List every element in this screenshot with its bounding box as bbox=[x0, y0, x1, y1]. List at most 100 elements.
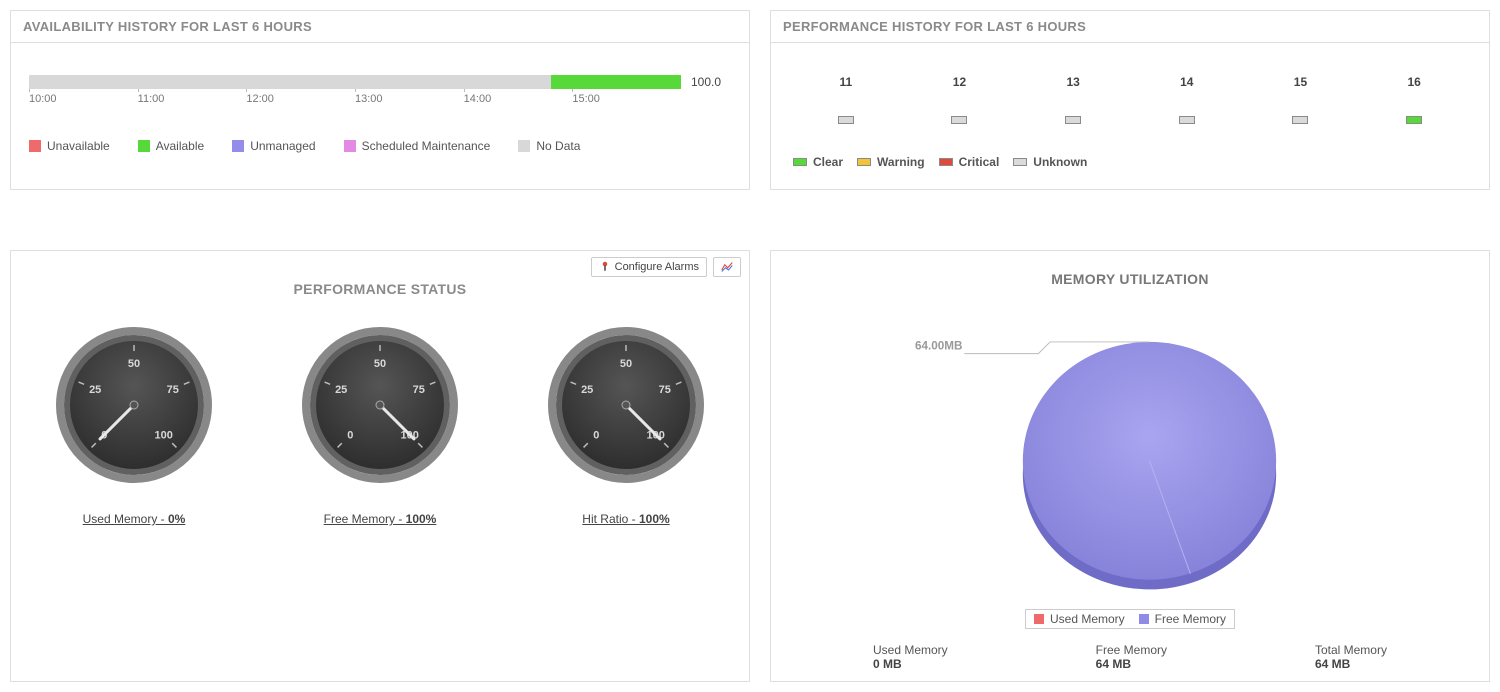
svg-text:25: 25 bbox=[335, 384, 347, 396]
availability-value: 100.0 bbox=[691, 75, 731, 89]
perf-hour-cell[interactable] bbox=[1357, 99, 1471, 147]
legend-swatch bbox=[857, 158, 871, 166]
availability-segment-available bbox=[551, 75, 681, 89]
legend-label: Used Memory bbox=[1050, 612, 1125, 626]
status-box-unknown bbox=[1065, 116, 1081, 124]
memory-stat-label: Free Memory bbox=[1096, 643, 1167, 657]
chart-toggle-button[interactable] bbox=[713, 257, 741, 277]
performance-status-panel: Configure Alarms PERFORMANCE STATUS 0255… bbox=[10, 250, 750, 682]
memory-stat-value: 0 MB bbox=[873, 657, 948, 671]
memory-utilization-panel: MEMORY UTILIZATION bbox=[770, 250, 1490, 682]
legend-swatch bbox=[793, 158, 807, 166]
chart-icon bbox=[721, 261, 733, 273]
memory-stat-value: 64 MB bbox=[1096, 657, 1167, 671]
perf-hour-header: 11 bbox=[789, 65, 903, 99]
gauge-label[interactable]: Used Memory - 0% bbox=[24, 512, 244, 526]
svg-text:50: 50 bbox=[620, 358, 632, 370]
configure-alarms-label: Configure Alarms bbox=[615, 261, 699, 273]
gauge-face: 0255075100 bbox=[54, 325, 214, 485]
legend-swatch bbox=[138, 140, 150, 152]
legend-item: Unmanaged bbox=[232, 139, 315, 153]
svg-text:50: 50 bbox=[374, 358, 386, 370]
svg-text:50: 50 bbox=[128, 358, 140, 370]
performance-history-legend: ClearWarningCriticalUnknown bbox=[789, 147, 1471, 177]
availability-bar bbox=[29, 75, 681, 89]
svg-text:25: 25 bbox=[581, 384, 593, 396]
gauge-hit-ratio: 0255075100Hit Ratio - 100% bbox=[516, 325, 736, 526]
legend-label: Scheduled Maintenance bbox=[362, 139, 491, 153]
memory-stat: Total Memory64 MB bbox=[1315, 643, 1387, 671]
legend-item: Unknown bbox=[1013, 155, 1087, 169]
memory-utilization-title: MEMORY UTILIZATION bbox=[789, 271, 1471, 287]
perf-hour-cell[interactable] bbox=[1130, 99, 1244, 147]
perf-hour-header: 13 bbox=[1016, 65, 1130, 99]
legend-item: No Data bbox=[518, 139, 580, 153]
availability-segment-nodata bbox=[29, 75, 551, 89]
performance-history-title: PERFORMANCE HISTORY FOR LAST 6 HOURS bbox=[771, 11, 1489, 43]
perf-hour-cell[interactable] bbox=[903, 99, 1017, 147]
status-box-unknown bbox=[1179, 116, 1195, 124]
legend-item: Used Memory bbox=[1034, 612, 1125, 626]
legend-label: Free Memory bbox=[1155, 612, 1226, 626]
availability-tick: 11:00 bbox=[138, 93, 198, 105]
svg-text:25: 25 bbox=[89, 384, 101, 396]
memory-stat: Used Memory0 MB bbox=[873, 643, 948, 671]
perf-hour-cell[interactable] bbox=[1016, 99, 1130, 147]
svg-text:0: 0 bbox=[347, 430, 353, 442]
status-box-unknown bbox=[1292, 116, 1308, 124]
perf-hour-cell[interactable] bbox=[789, 99, 903, 147]
legend-swatch bbox=[232, 140, 244, 152]
availability-history-title: AVAILABILITY HISTORY FOR LAST 6 HOURS bbox=[11, 11, 749, 43]
availability-time-axis: 10:0011:0012:0013:0014:0015:00 bbox=[29, 91, 681, 113]
perf-hour-cell[interactable] bbox=[1244, 99, 1358, 147]
legend-swatch bbox=[939, 158, 953, 166]
performance-history-panel: PERFORMANCE HISTORY FOR LAST 6 HOURS 111… bbox=[770, 10, 1490, 190]
svg-text:75: 75 bbox=[659, 384, 671, 396]
svg-text:0: 0 bbox=[593, 430, 599, 442]
availability-tick: 14:00 bbox=[464, 93, 524, 105]
legend-swatch bbox=[29, 140, 41, 152]
availability-tick: 15:00 bbox=[572, 93, 632, 105]
legend-swatch bbox=[1139, 614, 1149, 624]
perf-hour-header: 15 bbox=[1244, 65, 1358, 99]
legend-item: Scheduled Maintenance bbox=[344, 139, 491, 153]
legend-label: Unknown bbox=[1033, 155, 1087, 169]
alarm-icon bbox=[599, 261, 611, 273]
availability-tick: 12:00 bbox=[246, 93, 306, 105]
memory-stat: Free Memory64 MB bbox=[1096, 643, 1167, 671]
availability-tick: 10:00 bbox=[29, 93, 89, 105]
availability-legend: Unavailable Available Unmanaged Scheduled M… bbox=[29, 139, 731, 153]
legend-item: Critical bbox=[939, 155, 1000, 169]
performance-history-table: 111213141516 bbox=[789, 65, 1471, 147]
memory-stat-value: 64 MB bbox=[1315, 657, 1387, 671]
svg-text:75: 75 bbox=[167, 384, 179, 396]
gauge-face: 0255075100 bbox=[300, 325, 460, 485]
legend-swatch bbox=[1034, 614, 1044, 624]
legend-label: Available bbox=[156, 139, 204, 153]
perf-hour-header: 16 bbox=[1357, 65, 1471, 99]
legend-label: Unavailable bbox=[47, 139, 110, 153]
memory-stat-label: Used Memory bbox=[873, 643, 948, 657]
gauge-used-memory: 0255075100Used Memory - 0% bbox=[24, 325, 244, 526]
status-box-unknown bbox=[838, 116, 854, 124]
legend-swatch bbox=[1013, 158, 1027, 166]
legend-label: Critical bbox=[959, 155, 1000, 169]
legend-swatch bbox=[344, 140, 356, 152]
memory-pie-chart: 64.00MB bbox=[789, 303, 1471, 603]
gauge-free-memory: 0255075100Free Memory - 100% bbox=[270, 325, 490, 526]
memory-legend: Used Memory Free Memory bbox=[1025, 609, 1235, 629]
gauge-label[interactable]: Hit Ratio - 100% bbox=[516, 512, 736, 526]
legend-item: Clear bbox=[793, 155, 843, 169]
gauge-face: 0255075100 bbox=[546, 325, 706, 485]
legend-label: No Data bbox=[536, 139, 580, 153]
status-box-clear bbox=[1406, 116, 1422, 124]
configure-alarms-button[interactable]: Configure Alarms bbox=[591, 257, 707, 277]
memory-stat-label: Total Memory bbox=[1315, 643, 1387, 657]
gauge-label[interactable]: Free Memory - 100% bbox=[270, 512, 490, 526]
svg-text:75: 75 bbox=[413, 384, 425, 396]
availability-history-panel: AVAILABILITY HISTORY FOR LAST 6 HOURS 10… bbox=[10, 10, 750, 190]
legend-label: Unmanaged bbox=[250, 139, 315, 153]
memory-callout: 64.00MB bbox=[915, 340, 962, 353]
svg-text:100: 100 bbox=[155, 430, 173, 442]
legend-item: Unavailable bbox=[29, 139, 110, 153]
